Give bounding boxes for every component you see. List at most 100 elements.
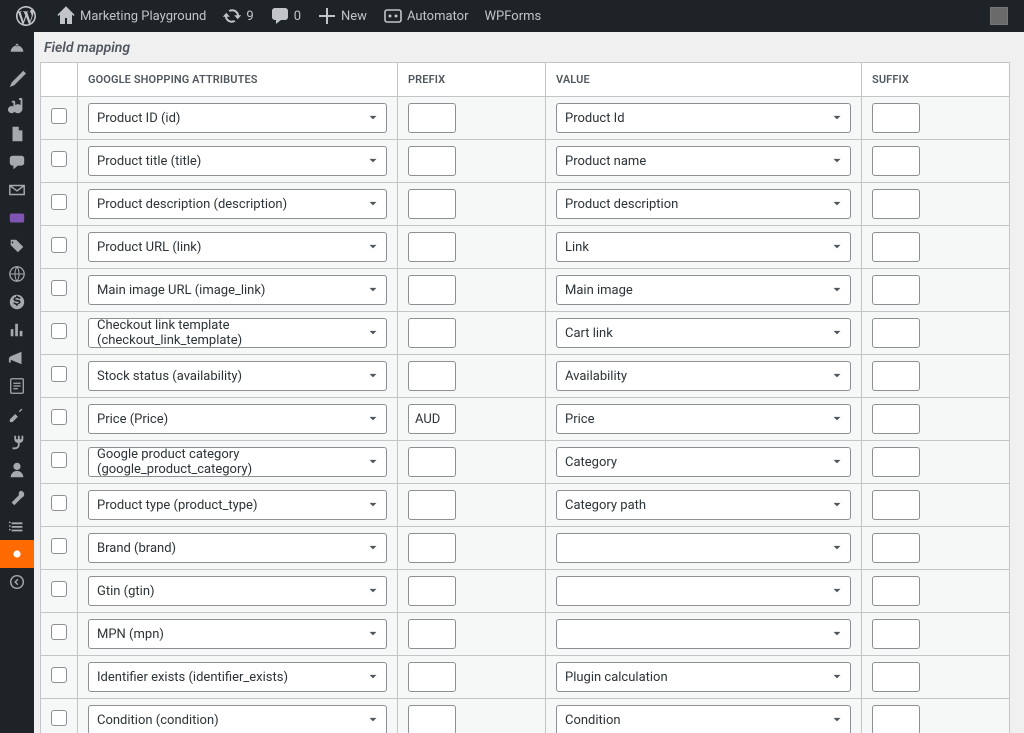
value-select[interactable]: Product description (556, 189, 851, 219)
value-select[interactable]: Product name (556, 146, 851, 176)
suffix-input[interactable] (872, 533, 920, 563)
menu-payments[interactable] (0, 288, 34, 316)
suffix-input[interactable] (872, 361, 920, 391)
value-select[interactable]: Condition (556, 705, 851, 733)
attribute-select[interactable]: Product title (title) (88, 146, 387, 176)
attribute-select[interactable]: Checkout link template (checkout_link_te… (88, 318, 387, 348)
prefix-input[interactable] (408, 705, 456, 733)
menu-plugins[interactable] (0, 428, 34, 456)
value-select[interactable]: Category path (556, 490, 851, 520)
attribute-select[interactable]: Product description (description) (88, 189, 387, 219)
attribute-select[interactable]: Main image URL (image_link) (88, 275, 387, 305)
row-checkbox[interactable] (51, 452, 67, 468)
prefix-input[interactable] (408, 275, 456, 305)
site-menu[interactable]: Marketing Playground (48, 0, 214, 32)
comments-menu[interactable]: 0 (262, 0, 309, 32)
wp-logo-menu[interactable] (8, 0, 48, 32)
menu-tools[interactable] (0, 484, 34, 512)
menu-forms[interactable] (0, 372, 34, 400)
attribute-select[interactable]: Google product category (google_product_… (88, 447, 387, 477)
row-checkbox[interactable] (51, 280, 67, 296)
value-select[interactable] (556, 576, 851, 606)
value-select[interactable]: Product Id (556, 103, 851, 133)
attribute-select[interactable]: Product URL (link) (88, 232, 387, 262)
attribute-select[interactable]: Gtin (gtin) (88, 576, 387, 606)
value-select[interactable]: Category (556, 447, 851, 477)
menu-feed[interactable] (0, 540, 34, 568)
suffix-input[interactable] (872, 662, 920, 692)
suffix-input[interactable] (872, 619, 920, 649)
value-select[interactable]: Availability (556, 361, 851, 391)
row-checkbox[interactable] (51, 237, 67, 253)
menu-analytics[interactable] (0, 316, 34, 344)
menu-settings[interactable] (0, 512, 34, 540)
attribute-select[interactable]: Stock status (availability) (88, 361, 387, 391)
row-checkbox[interactable] (51, 366, 67, 382)
row-checkbox[interactable] (51, 194, 67, 210)
suffix-input[interactable] (872, 275, 920, 305)
row-checkbox[interactable] (51, 624, 67, 640)
row-checkbox[interactable] (51, 495, 67, 511)
row-checkbox[interactable] (51, 323, 67, 339)
suffix-input[interactable] (872, 705, 920, 733)
value-select[interactable] (556, 533, 851, 563)
suffix-input[interactable] (872, 318, 920, 348)
menu-collapse[interactable] (0, 568, 34, 596)
suffix-input[interactable] (872, 404, 920, 434)
attribute-select[interactable]: Product ID (id) (88, 103, 387, 133)
menu-appearance[interactable] (0, 400, 34, 428)
row-checkbox[interactable] (51, 581, 67, 597)
attribute-select[interactable]: Identifier exists (identifier_exists) (88, 662, 387, 692)
suffix-input[interactable] (872, 490, 920, 520)
value-select[interactable]: Cart link (556, 318, 851, 348)
automator-menu[interactable]: Automator (375, 0, 477, 32)
prefix-input[interactable] (408, 232, 456, 262)
prefix-input[interactable] (408, 619, 456, 649)
prefix-input[interactable] (408, 490, 456, 520)
prefix-input[interactable] (408, 318, 456, 348)
menu-globe[interactable] (0, 260, 34, 288)
suffix-input[interactable] (872, 576, 920, 606)
menu-users[interactable] (0, 456, 34, 484)
row-checkbox[interactable] (51, 151, 67, 167)
attribute-select[interactable]: Price (Price) (88, 404, 387, 434)
menu-marketing[interactable] (0, 344, 34, 372)
updates-menu[interactable]: 9 (214, 0, 261, 32)
prefix-input[interactable] (408, 447, 456, 477)
wpforms-menu[interactable]: WPForms (477, 0, 550, 32)
prefix-input[interactable] (408, 576, 456, 606)
menu-products[interactable] (0, 232, 34, 260)
row-checkbox[interactable] (51, 538, 67, 554)
suffix-input[interactable] (872, 189, 920, 219)
row-checkbox[interactable] (51, 667, 67, 683)
row-checkbox[interactable] (51, 710, 67, 726)
prefix-input[interactable] (408, 662, 456, 692)
user-menu[interactable] (976, 0, 1016, 32)
value-select[interactable] (556, 619, 851, 649)
prefix-input[interactable]: AUD (408, 404, 456, 434)
prefix-input[interactable] (408, 533, 456, 563)
row-checkbox[interactable] (51, 409, 67, 425)
prefix-input[interactable] (408, 146, 456, 176)
suffix-input[interactable] (872, 146, 920, 176)
new-menu[interactable]: New (309, 0, 375, 32)
suffix-input[interactable] (872, 232, 920, 262)
menu-media[interactable] (0, 92, 34, 120)
menu-posts[interactable] (0, 64, 34, 92)
value-select[interactable]: Link (556, 232, 851, 262)
row-checkbox[interactable] (51, 108, 67, 124)
value-select[interactable]: Price (556, 404, 851, 434)
menu-pages[interactable] (0, 120, 34, 148)
attribute-select[interactable]: Condition (condition) (88, 705, 387, 733)
attribute-select[interactable]: Product type (product_type) (88, 490, 387, 520)
menu-comments[interactable] (0, 148, 34, 176)
prefix-input[interactable] (408, 361, 456, 391)
attribute-select[interactable]: Brand (brand) (88, 533, 387, 563)
prefix-input[interactable] (408, 189, 456, 219)
value-select[interactable]: Plugin calculation (556, 662, 851, 692)
prefix-input[interactable] (408, 103, 456, 133)
suffix-input[interactable] (872, 103, 920, 133)
value-select[interactable]: Main image (556, 275, 851, 305)
suffix-input[interactable] (872, 447, 920, 477)
menu-dashboard[interactable] (0, 36, 34, 64)
